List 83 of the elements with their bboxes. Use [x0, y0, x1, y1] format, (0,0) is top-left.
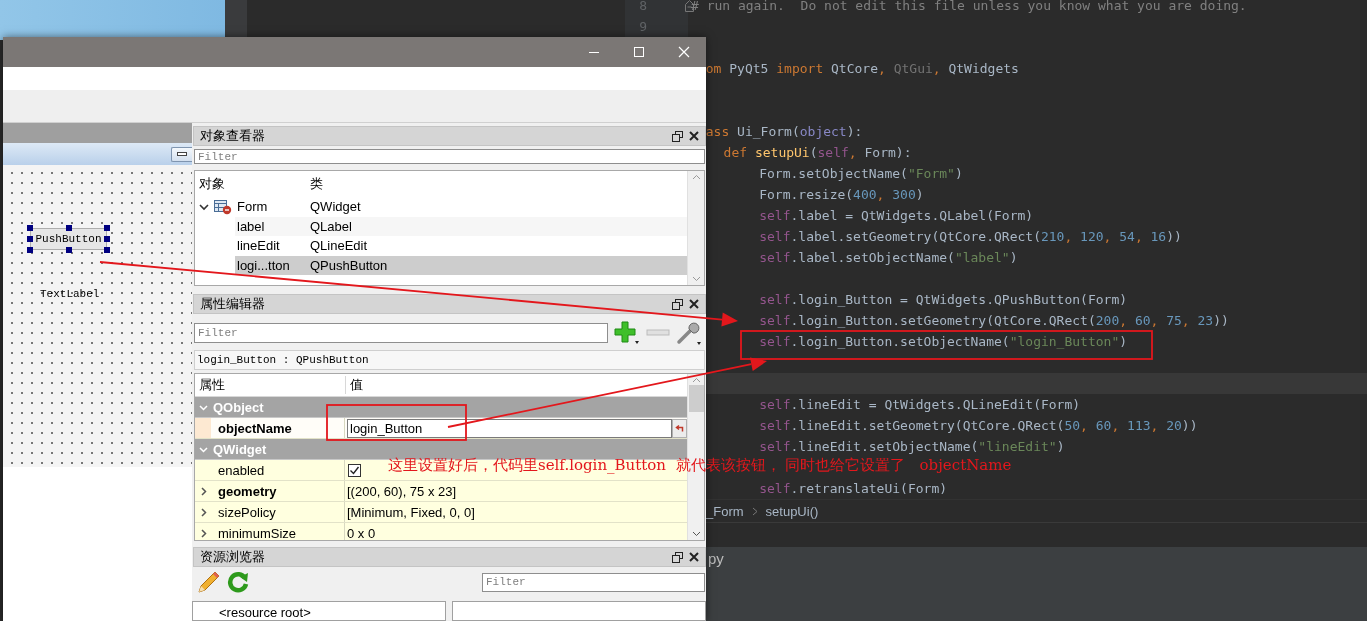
widget-icon	[214, 198, 232, 215]
refresh-icon[interactable]	[227, 571, 249, 593]
file-name[interactable]: py	[708, 550, 724, 567]
class-name: QLabel	[310, 218, 352, 234]
code-line: self.label.setObjectName("label")	[759, 250, 1018, 265]
code-line: self.lineEdit = QtWidgets.QLineEdit(Form)	[759, 397, 1081, 412]
code-line: self.lineEdit.setObjectName("lineEdit")	[759, 439, 1065, 454]
close-icon	[677, 46, 690, 58]
property-name: enabled	[218, 462, 265, 478]
code-line: self.label.setGeometry(QtCore.QRect(210, 120, 54, 16))	[759, 229, 1182, 244]
dock-title: 对象查看器	[200, 127, 266, 145]
checkbox[interactable]	[348, 463, 361, 477]
add-icon[interactable]	[614, 321, 640, 345]
property-name: objectName	[218, 420, 292, 436]
pencil-icon[interactable]	[197, 570, 221, 594]
chevron-icon[interactable]	[199, 201, 209, 212]
value-field[interactable]: login_Button	[347, 418, 672, 438]
code-line: self.lineEdit.setGeometry(QtCore.QRect(50, 60, 113, 20))	[759, 418, 1198, 433]
close-icon[interactable]	[689, 552, 699, 562]
object-name[interactable]: logi...tton	[235, 257, 310, 273]
reset-button[interactable]	[672, 418, 687, 438]
dock-title: 属性编辑器	[200, 295, 266, 313]
minimize-icon	[177, 151, 187, 157]
property-name: geometry	[218, 483, 277, 499]
row-indicator	[195, 418, 211, 438]
scroll-up-icon[interactable]	[691, 174, 701, 180]
code-line: self.login_Button.setObjectName("login_Button")	[759, 334, 1128, 349]
resize-handle[interactable]	[65, 247, 72, 253]
code-line: self.retranslateUi(Form)	[759, 481, 948, 496]
code-line: self.login_Button.setGeometry(QtCore.QRect(200, 60, 75, 23))	[759, 313, 1229, 328]
scrollbar[interactable]	[687, 171, 704, 285]
object-name[interactable]: label	[235, 218, 310, 234]
scroll-thumb[interactable]	[688, 385, 704, 412]
code-line: om PyQt5 import QtCore, QtGui, QtWidgets	[705, 61, 1019, 76]
float-icon[interactable]	[672, 298, 683, 310]
class-name: QLineEdit	[310, 238, 368, 254]
code-line: self.login_Button = QtWidgets.QPushButton(Form)	[759, 292, 1128, 307]
code-line: Form.setObjectName("Form")	[759, 166, 963, 181]
column-header[interactable]: 属性	[195, 376, 346, 394]
code-line: self.label = QtWidgets.QLabel(Form)	[759, 208, 1034, 223]
column-header[interactable]: 值	[346, 376, 363, 394]
breadcrumb-item[interactable]: _Form	[706, 503, 744, 519]
minimize-button[interactable]	[171, 146, 192, 162]
breadcrumb-item[interactable]: setupUi()	[765, 503, 819, 519]
code-line: ass Ui_Form(object):	[705, 124, 863, 139]
filter-field[interactable]: Filter	[194, 323, 608, 343]
close-icon[interactable]	[689, 131, 699, 141]
property-value: [Minimum, Fixed, 0, 0]	[347, 504, 475, 520]
wrench-icon[interactable]	[676, 320, 702, 346]
property-name: sizePolicy	[218, 504, 276, 520]
undo-arrow-icon	[675, 423, 684, 433]
scroll-up-icon[interactable]	[691, 377, 701, 383]
chevron-icon	[751, 506, 758, 516]
group-name: QObject	[212, 399, 264, 415]
scroll-down-icon[interactable]	[691, 531, 701, 537]
close-icon[interactable]	[689, 299, 699, 309]
dock-title: 资源浏览器	[200, 548, 266, 566]
float-icon[interactable]	[672, 130, 683, 142]
float-icon[interactable]	[672, 551, 683, 563]
class-name: QPushButton	[310, 257, 388, 273]
tree-item[interactable]: <resource root>	[219, 605, 445, 620]
column-header[interactable]: 对象	[195, 175, 306, 193]
push-button[interactable]: PushButton	[30, 228, 107, 250]
chevron-icon[interactable]	[198, 486, 208, 496]
code-line: # run again. Do not edit this file unless you know what you are doing.	[691, 0, 1247, 13]
property-value: [(200, 60), 75 x 23]	[347, 483, 457, 499]
column-header[interactable]: 类	[306, 175, 323, 193]
property-name: minimumSize	[218, 525, 296, 540]
object-name[interactable]: lineEdit	[235, 238, 310, 254]
object-class-label: login_Button : QPushButton	[197, 354, 369, 366]
filter-field[interactable]: Filter	[482, 572, 705, 592]
group-name: QWidget	[212, 441, 267, 457]
object-name[interactable]: Form	[235, 199, 310, 215]
code-line: Form.resize(400, 300)	[759, 187, 924, 202]
chevron-icon[interactable]	[198, 528, 208, 538]
resize-handle[interactable]	[65, 225, 72, 231]
property-value: 0 x 0	[347, 525, 376, 540]
maximize-icon	[632, 46, 645, 58]
class-name: QWidget	[310, 199, 361, 215]
text-label[interactable]: TextLabel	[40, 288, 100, 300]
filter-field[interactable]: Filter	[194, 149, 705, 164]
code-line: def setupUi(self, Form):	[723, 145, 912, 160]
chevron-icon[interactable]	[198, 507, 208, 517]
